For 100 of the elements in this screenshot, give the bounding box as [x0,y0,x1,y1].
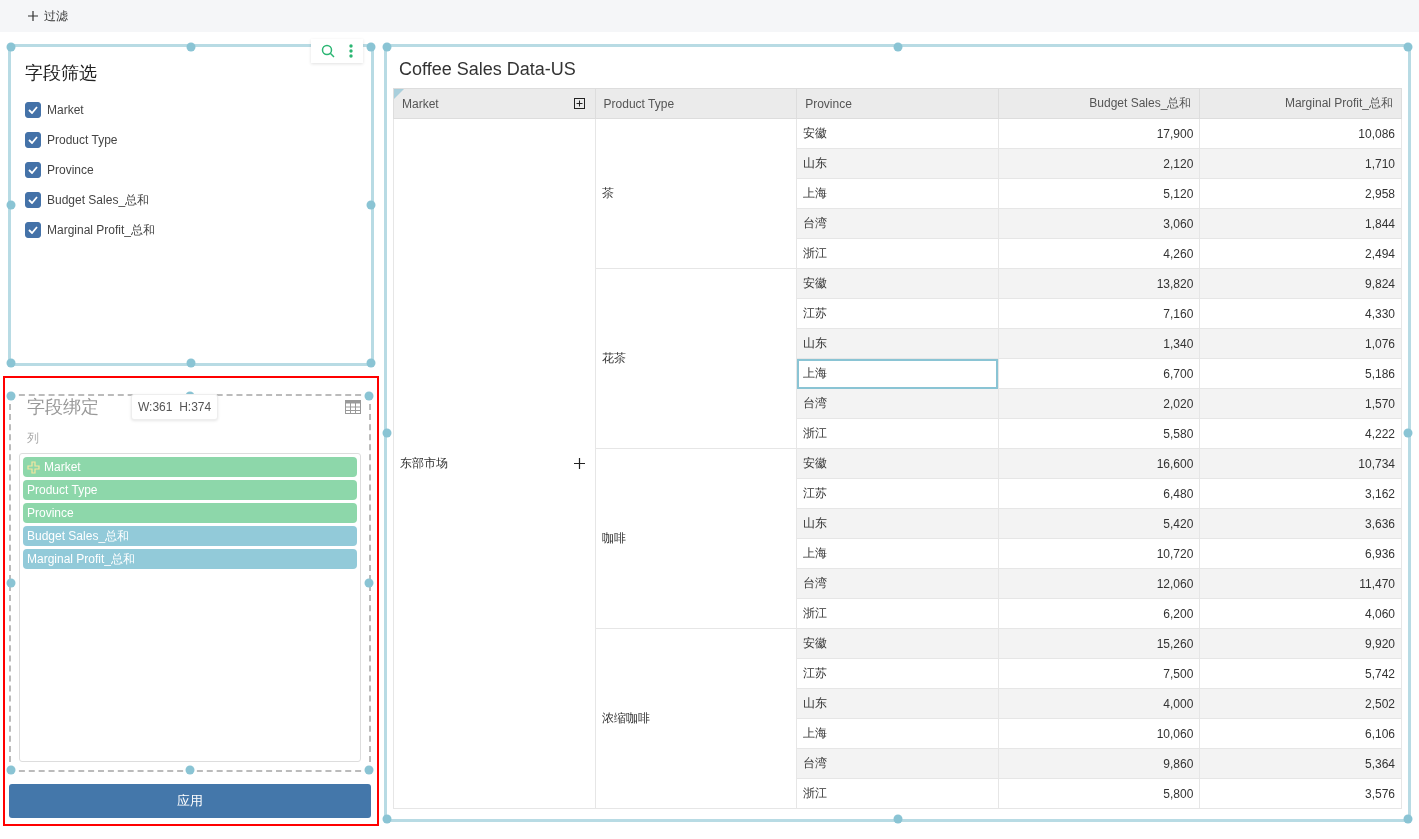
resize-handle[interactable] [6,391,16,401]
table-cell: 花茶 [595,268,797,449]
more-icon[interactable] [349,44,353,58]
table-cell: 5,120 [998,178,1200,209]
resize-handle[interactable] [893,42,902,52]
table-cell: 2,120 [998,148,1200,179]
resize-handle[interactable] [186,42,196,52]
plus-icon[interactable] [573,458,585,469]
table-icon[interactable] [345,400,361,414]
table-cell: 15,260 [998,628,1200,659]
add-filter-button[interactable]: 过滤 [24,5,72,27]
checkbox[interactable] [25,132,41,148]
table-cell[interactable]: 上海 [796,358,999,389]
resize-handle[interactable] [364,391,374,401]
table-cell[interactable]: 江苏 [796,298,999,329]
table-cell: 13,820 [998,268,1200,299]
table-cell: 6,936 [1199,538,1402,569]
table-cell: 1,076 [1199,328,1402,359]
table-cell[interactable]: 台湾 [796,748,999,779]
resize-handle[interactable] [1403,42,1413,52]
resize-handle[interactable] [6,358,16,368]
table-cell[interactable]: 上海 [796,538,999,569]
table-cell[interactable]: 山东 [796,148,999,179]
check-icon [28,106,38,114]
column-header[interactable]: Product Type [595,88,797,119]
table-cell[interactable]: 上海 [796,718,999,749]
table-cell: 10,060 [998,718,1200,749]
resize-handle[interactable] [364,578,374,588]
column-header[interactable]: Marginal Profit_总和 [1199,88,1402,119]
resize-handle[interactable] [185,765,195,775]
table-cell: 17,900 [998,118,1200,149]
corner-marker [394,89,404,99]
expand-icon[interactable] [573,98,585,109]
checkbox[interactable] [25,192,41,208]
resize-handle[interactable] [364,765,374,775]
column-header[interactable]: Budget Sales_总和 [998,88,1200,119]
resize-handle[interactable] [366,200,376,210]
table-cell: 5,364 [1199,748,1402,779]
column-header[interactable]: Market [393,88,596,119]
table-cell: 7,500 [998,658,1200,689]
table-cell[interactable]: 江苏 [796,658,999,689]
table-cell: 6,480 [998,478,1200,509]
table-cell[interactable]: 浙江 [796,418,999,449]
checkbox-label: Budget Sales_总和 [47,191,150,209]
move-icon[interactable] [27,460,40,474]
table-cell[interactable]: 安徽 [796,628,999,659]
table-cell[interactable]: 安徽 [796,268,999,299]
table-cell: 1,844 [1199,208,1402,239]
plus-icon [28,11,38,21]
table-cell[interactable]: 上海 [796,178,999,209]
search-icon[interactable] [321,44,335,58]
resize-handle[interactable] [382,428,392,438]
table-cell[interactable]: 山东 [796,508,999,539]
checkbox[interactable] [25,102,41,118]
table-cell: 4,060 [1199,598,1402,629]
resize-handle[interactable] [1403,814,1413,824]
resize-handle[interactable] [1403,428,1413,438]
check-icon [28,136,38,144]
table-cell: 6,106 [1199,718,1402,749]
resize-handle[interactable] [6,42,16,52]
table-cell: 3,162 [1199,478,1402,509]
table-cell[interactable]: 安徽 [796,448,999,479]
resize-handle[interactable] [6,765,16,775]
resize-handle[interactable] [6,578,16,588]
table-cell[interactable]: 江苏 [796,478,999,509]
resize-handle[interactable] [893,814,902,824]
table-cell: 2,494 [1199,238,1402,269]
table-cell: 1,570 [1199,388,1402,419]
table-cell[interactable]: 浙江 [796,778,999,809]
table-cell: 5,742 [1199,658,1402,689]
resize-handle[interactable] [6,200,16,210]
resize-handle[interactable] [382,814,392,824]
table-cell: 3,060 [998,208,1200,239]
table-cell[interactable]: 安徽 [796,118,999,149]
table-cell: 5,580 [998,418,1200,449]
table-cell: 茶 [595,118,797,269]
table-cell[interactable]: 台湾 [796,388,999,419]
table-cell: 2,502 [1199,688,1402,719]
table-cell: 5,420 [998,508,1200,539]
table-cell[interactable]: 山东 [796,328,999,359]
table-cell: 4,000 [998,688,1200,719]
table-cell[interactable]: 浙江 [796,598,999,629]
checkbox-label: Market [47,103,84,117]
table-cell[interactable]: 台湾 [796,208,999,239]
table-cell[interactable]: 山东 [796,688,999,719]
table-cell: 7,160 [998,298,1200,329]
check-icon [28,226,38,234]
resize-handle[interactable] [186,358,196,368]
checkbox[interactable] [25,162,41,178]
resize-handle[interactable] [366,358,376,368]
table-cell: 9,920 [1199,628,1402,659]
table-cell[interactable]: 台湾 [796,568,999,599]
table-cell: 5,800 [998,778,1200,809]
table-cell: 11,470 [1199,568,1402,599]
table-cell[interactable]: 浙江 [796,238,999,269]
checkbox-label: Product Type [47,133,118,147]
apply-button[interactable]: 应用 [9,784,371,818]
column-header[interactable]: Province [796,88,999,119]
table-cell: 5,186 [1199,358,1402,389]
checkbox[interactable] [25,222,41,238]
